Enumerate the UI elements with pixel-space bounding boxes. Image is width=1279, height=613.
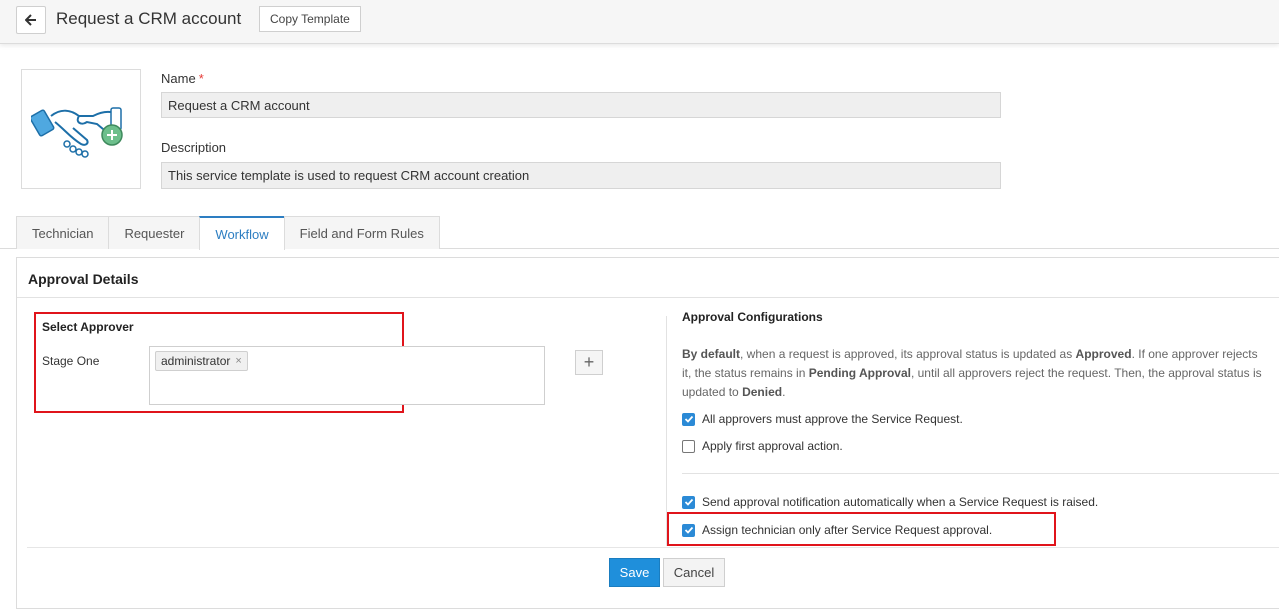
template-icon-box[interactable]	[21, 69, 141, 189]
add-stage-button[interactable]: +	[575, 350, 603, 375]
checkbox-checked-icon[interactable]	[682, 495, 695, 509]
tab-requester[interactable]: Requester	[108, 216, 201, 249]
approver-tag-label: administrator	[161, 354, 231, 368]
option-label: Assign technician only after Service Req…	[702, 523, 993, 537]
option-label: Send approval notification automatically…	[702, 495, 1099, 509]
option-label: All approvers must approve the Service R…	[702, 412, 963, 426]
desc-bold-pending: Pending Approval	[808, 366, 911, 380]
checkbox-checked-icon[interactable]	[682, 412, 695, 426]
option-first-approval[interactable]: Apply first approval action.	[682, 439, 843, 453]
remove-approver-icon[interactable]: ×	[235, 355, 241, 367]
stage-one-label: Stage One	[42, 354, 100, 368]
approval-configurations-title: Approval Configurations	[682, 310, 823, 324]
select-approver-title: Select Approver	[42, 320, 134, 334]
required-mark: *	[198, 71, 204, 86]
desc-text-4: .	[782, 385, 786, 399]
checkbox-unchecked-icon[interactable]	[682, 439, 695, 453]
footer-divider	[27, 547, 1279, 548]
approver-tag: administrator ×	[155, 351, 248, 371]
options-divider	[682, 473, 1279, 474]
approval-details-title: Approval Details	[17, 258, 1279, 298]
desc-bold-denied: Denied	[742, 385, 783, 399]
approval-panel: Approval Details	[16, 257, 1279, 609]
handshake-icon	[31, 107, 123, 158]
top-bar: Request a CRM account Copy Template	[0, 0, 1279, 44]
desc-bold-approved: Approved	[1075, 347, 1132, 361]
description-label: Description	[161, 140, 227, 155]
name-label: Name *	[161, 71, 204, 86]
option-send-notification[interactable]: Send approval notification automatically…	[682, 495, 1098, 509]
tab-technician[interactable]: Technician	[16, 216, 110, 249]
option-all-approvers[interactable]: All approvers must approve the Service R…	[682, 412, 963, 426]
option-assign-technician[interactable]: Assign technician only after Service Req…	[682, 523, 992, 537]
name-input[interactable]: Request a CRM account	[161, 92, 1001, 118]
cancel-button[interactable]: Cancel	[663, 558, 725, 587]
desc-text-1: , when a request is approved, its approv…	[740, 347, 1076, 361]
page-title: Request a CRM account	[56, 9, 242, 28]
name-label-text: Name	[161, 71, 196, 86]
approval-configurations-description: By default, when a request is approved, …	[682, 345, 1267, 402]
back-button[interactable]	[16, 6, 46, 34]
save-button[interactable]: Save	[609, 558, 660, 587]
tab-workflow[interactable]: Workflow	[199, 216, 285, 250]
tab-bar: Technician Requester Workflow Field and …	[16, 216, 440, 250]
copy-template-button[interactable]: Copy Template	[259, 6, 361, 32]
description-input[interactable]: This service template is used to request…	[161, 162, 1001, 189]
tab-field-and-form-rules[interactable]: Field and Form Rules	[283, 216, 440, 249]
approver-input[interactable]: administrator ×	[149, 346, 545, 405]
desc-bold-default: By default	[682, 347, 741, 361]
checkbox-checked-icon[interactable]	[682, 523, 695, 537]
arrow-left-icon	[25, 14, 36, 26]
option-label: Apply first approval action.	[702, 439, 843, 453]
